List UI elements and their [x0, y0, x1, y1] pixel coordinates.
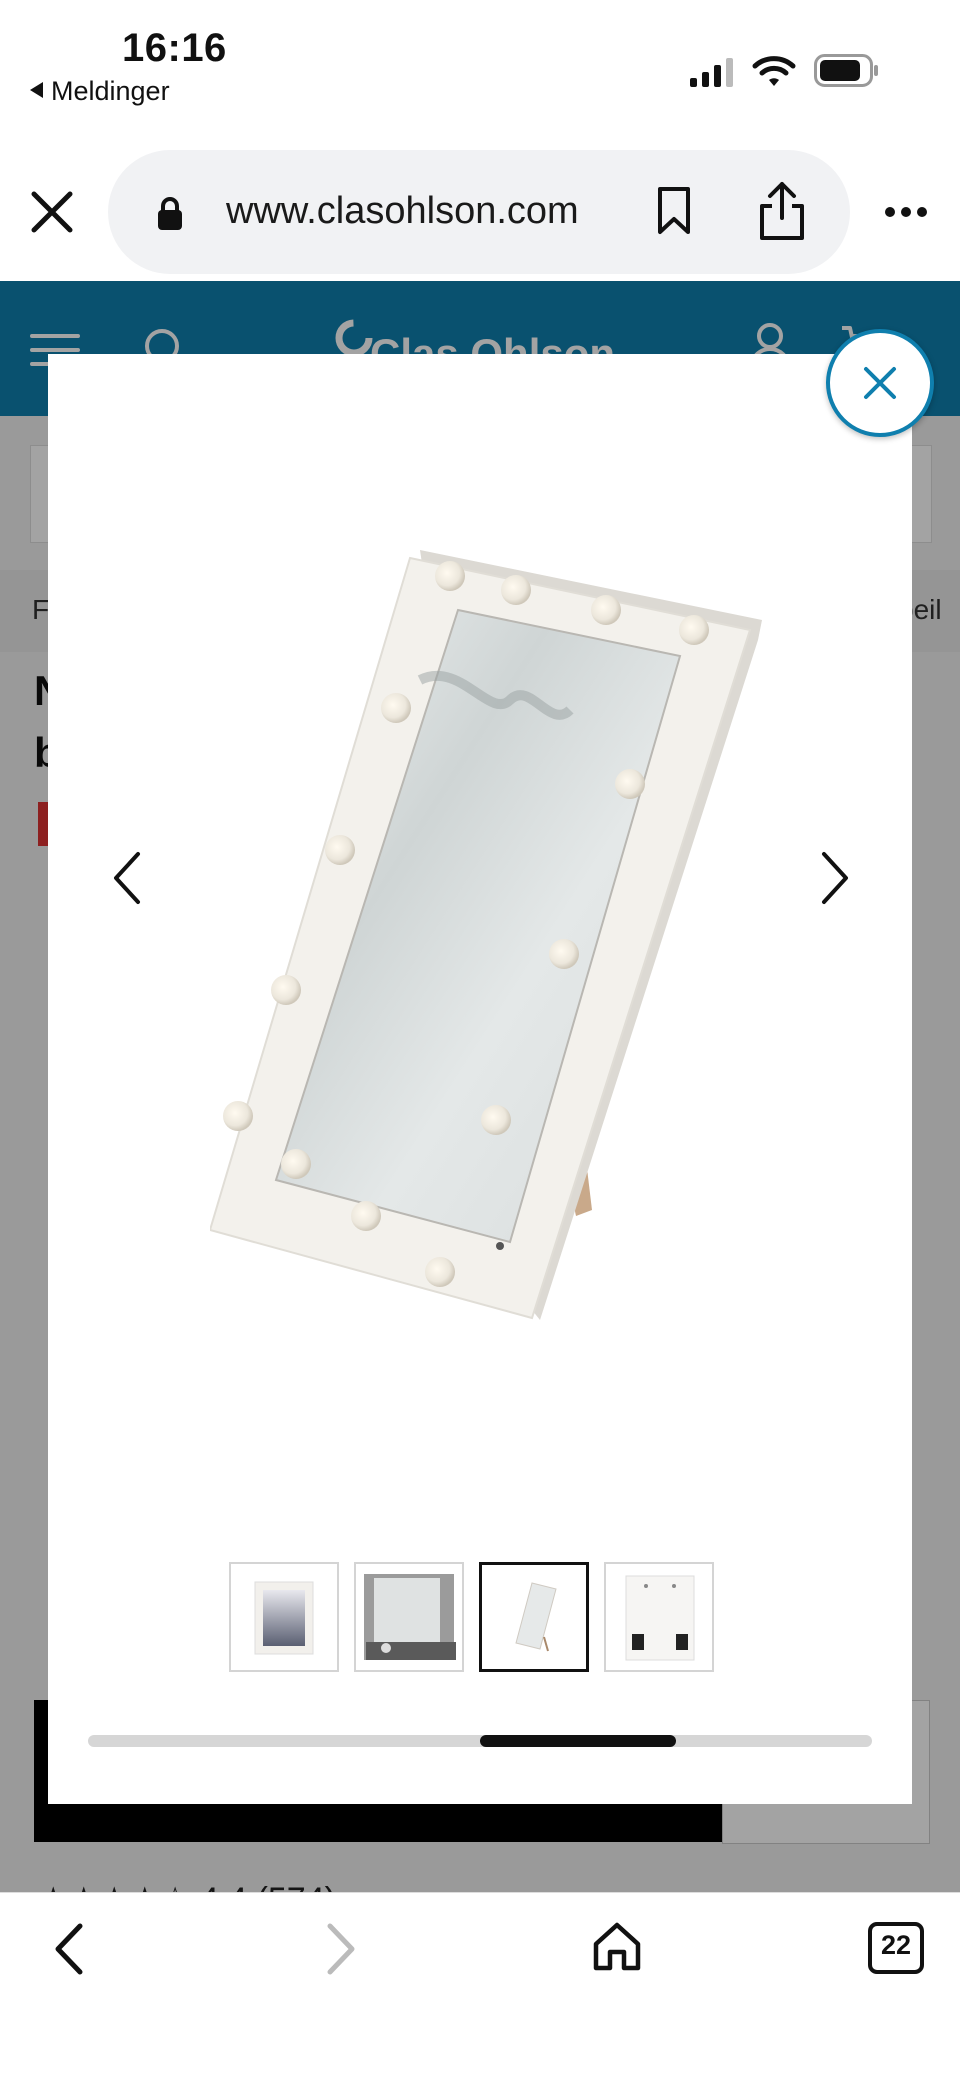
close-gallery-button[interactable] [826, 329, 934, 437]
thumbnail-mirror-angled-image [515, 1582, 557, 1652]
status-time: 16:16 [122, 26, 227, 70]
battery-icon [814, 54, 878, 87]
thumbnail-1[interactable] [229, 1562, 339, 1672]
gallery-scroll-indicator[interactable] [480, 1735, 676, 1747]
share-icon[interactable] [756, 180, 808, 242]
previous-image-arrow-icon[interactable] [96, 838, 156, 918]
tab-count: 22 [880, 1930, 912, 1960]
url-text[interactable]: www.clasohlson.com [226, 190, 579, 233]
next-image-arrow-icon[interactable] [806, 838, 866, 918]
browser-back-icon[interactable] [48, 1920, 88, 1978]
more-options-icon[interactable] [884, 206, 928, 218]
browser-bottom-toolbar [0, 1892, 960, 2082]
home-icon[interactable] [590, 1920, 644, 1974]
back-app-label: Meldinger [51, 76, 170, 106]
thumbnail-4[interactable] [604, 1562, 714, 1672]
browser-forward-icon[interactable] [322, 1920, 362, 1978]
bookmark-icon[interactable] [654, 186, 694, 236]
wifi-icon [752, 56, 796, 86]
close-tab-icon[interactable] [30, 190, 74, 234]
product-image-mirror [210, 550, 762, 1320]
close-icon [864, 367, 896, 399]
thumbnail-mirror-back-image [625, 1575, 695, 1661]
thumbnail-mirror-front-image [254, 1581, 314, 1655]
thumbnail-2[interactable] [354, 1562, 464, 1672]
back-triangle-icon [30, 82, 43, 98]
back-to-app-link[interactable]: Meldinger [30, 76, 170, 107]
thumbnail-mirror-lifestyle-image [364, 1574, 456, 1660]
lock-icon [158, 197, 182, 230]
thumbnail-3-active[interactable] [479, 1562, 589, 1672]
cellular-signal-icon [690, 58, 733, 87]
